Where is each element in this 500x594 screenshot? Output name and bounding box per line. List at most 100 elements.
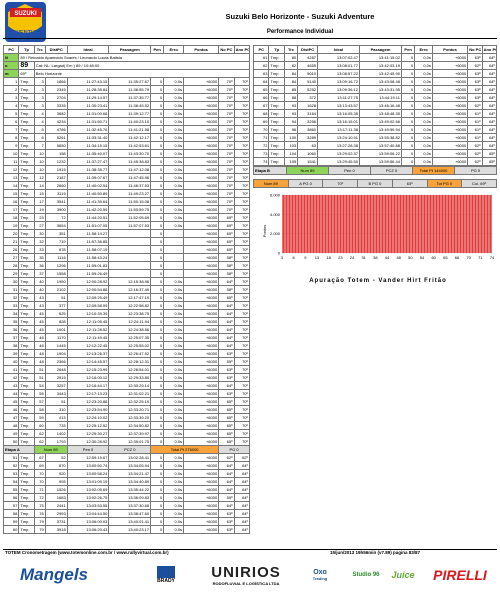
- table-cell: 0: [150, 181, 165, 190]
- table-cell: 13:34:05.94: [108, 461, 152, 470]
- chart-bar: [447, 195, 450, 253]
- table-cell: 30: [33, 229, 46, 238]
- table-cell: 0: [150, 381, 165, 390]
- table-cell: 372: [297, 93, 319, 102]
- table-cell: 70º: [233, 173, 251, 182]
- chart-xtick-label: 70: [466, 255, 471, 260]
- table-cell: 0: [150, 261, 165, 270]
- table-cell: 61: [252, 53, 270, 62]
- table-cell: 13:04:44.50: [66, 509, 110, 518]
- sponsor-brady-label: BRADY: [157, 578, 175, 584]
- table-cell: Tmp: [268, 85, 285, 94]
- table-cell: 32: [2, 293, 20, 302]
- table-cell: 0.0s: [163, 325, 185, 334]
- table-row: 6 Tmp 4 4234 11:31:50.71 11:40:23.10 0 0.0s +600…: [2, 117, 251, 126]
- table-cell: 70º: [233, 205, 251, 214]
- table-cell: 13:27:28.38: [317, 141, 360, 150]
- table-cell: Tmp: [18, 517, 35, 526]
- table-cell: 13:36:09.83: [108, 493, 152, 502]
- table-cell: 0.0s: [414, 157, 433, 166]
- table-cell: 3119: [44, 189, 68, 198]
- points-chart: Pontos 6.000 4.000 2.000 0 3 6 9 13 18 23 24 31 38 4…: [260, 191, 496, 261]
- table-cell: 64º: [218, 485, 235, 494]
- table-cell: 733: [44, 421, 68, 430]
- table-cell: 0: [150, 493, 165, 502]
- table-cell: 45: [33, 309, 46, 318]
- table-cell: 18: [2, 213, 20, 222]
- table-cell: 0.0s: [163, 149, 185, 158]
- table-cell: +6000: [183, 261, 220, 270]
- table-cell: 7: [2, 125, 20, 134]
- table-cell: +6000: [183, 309, 220, 318]
- table-cell: 3: [33, 77, 46, 86]
- table-cell: 2: [2, 85, 20, 94]
- table-cell: 58º: [218, 253, 235, 262]
- table-cell: 0.0s: [163, 117, 185, 126]
- table-cell: 70º: [233, 429, 251, 438]
- table-cell: 0: [150, 421, 165, 430]
- table-cell: 10: [33, 165, 46, 174]
- table-row: 2 Tmp 3 2349 11:28:35.84 11:36:55.79 0 0.0s +600…: [2, 85, 251, 94]
- table-row: 68 Tmp 93 3164 13:16:05.35 13:48:48.35 0 0.0s +6…: [252, 109, 498, 118]
- table-cell: 1296: [44, 261, 68, 270]
- chart-xtick-label: 71: [478, 255, 483, 260]
- chart-bar: [336, 195, 339, 253]
- table-cell: 12:12:22.45: [66, 341, 110, 350]
- table-cell: 70º: [233, 325, 251, 334]
- table-cell: 70: [252, 125, 270, 134]
- summary-num: Num 89: [253, 179, 289, 188]
- table-cell: 64º: [218, 317, 235, 326]
- table-cell: 70º: [218, 173, 235, 182]
- table-cell: 12:15:38.96: [108, 277, 152, 286]
- table-cell: 70: [33, 469, 46, 478]
- table-cell: 625: [44, 309, 68, 318]
- table-cell: 70º: [233, 229, 251, 238]
- table-cell: +6000: [183, 301, 220, 310]
- table-cell: 2660: [44, 181, 68, 190]
- table-cell: 70º: [218, 125, 235, 134]
- table-cell: 13:16:05.35: [317, 109, 360, 118]
- table-cell: Tmp: [268, 109, 285, 118]
- table-cell: 70º: [233, 341, 251, 350]
- table-cell: +6000: [183, 325, 220, 334]
- table-cell: 69º: [218, 213, 235, 222]
- table-cell: 12:15:23.99: [66, 365, 110, 374]
- table-cell: 62º: [467, 101, 483, 110]
- table-cell: 11:35:27.67: [108, 77, 152, 86]
- table-cell: 1904: [44, 349, 68, 358]
- table-cell: 33: [33, 245, 46, 254]
- table-cell: 0.0s: [163, 157, 185, 166]
- table-cell: Tmp: [268, 61, 285, 70]
- table-cell: 52: [44, 453, 68, 462]
- table-cell: 37: [2, 333, 20, 342]
- chart-xtick-label: 3: [281, 255, 284, 260]
- stage-a-num: Num 89: [33, 445, 68, 454]
- table-cell: +6000: [183, 373, 220, 382]
- table-cell: Tmp: [268, 69, 285, 78]
- table-cell: 4234: [44, 117, 68, 126]
- table-cell: 3164: [297, 109, 319, 118]
- table-cell: 0.0s: [163, 77, 185, 86]
- table-cell: 63º: [218, 365, 235, 374]
- table-cell: 11:31:50.71: [66, 117, 110, 126]
- table-cell: [108, 237, 152, 246]
- table-cell: +6000: [183, 429, 220, 438]
- table-cell: 11:39:07.67: [66, 173, 110, 182]
- table-cell: 1558: [44, 269, 68, 278]
- table-cell: 65º: [218, 293, 235, 302]
- table-cell: +6000: [183, 421, 220, 430]
- table-cell: 70º: [218, 149, 235, 158]
- table-row: 42 Tmp 51 2919 12:16:00.12 12:29:33.80 0 0.0s +6…: [2, 373, 251, 382]
- table-cell: 70º: [218, 141, 235, 150]
- table-cell: Tmp: [18, 469, 35, 478]
- table-cell: 310: [44, 405, 68, 414]
- table-row: 21 Tmp 32 719 11:57:36.85 0 +6000 60º 70º: [2, 237, 251, 246]
- col-header: No PC: [218, 45, 235, 54]
- col-header: Pontos: [431, 45, 469, 54]
- table-cell: 100: [283, 133, 299, 142]
- table-cell: 64º: [481, 125, 498, 134]
- stage-a-label: Etapa A: [3, 445, 35, 454]
- table-cell: 0.0s: [163, 413, 185, 422]
- table-cell: 70º: [218, 109, 235, 118]
- table-cell: Tmp: [268, 141, 285, 150]
